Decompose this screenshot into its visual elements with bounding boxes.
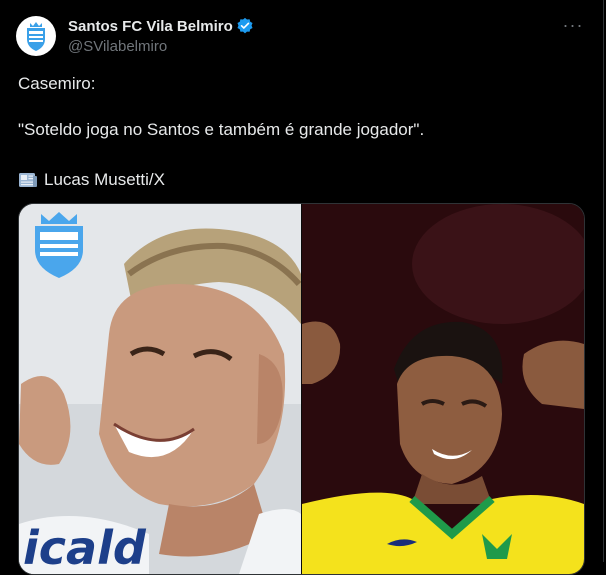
player-photo-right — [302, 204, 584, 574]
source-line: Lucas Musetti/X — [18, 168, 165, 192]
tweet[interactable]: Santos FC Vila Belmiro @SVilabelmiro ···… — [0, 0, 604, 575]
svg-text:icald: icald — [23, 521, 147, 574]
author-names: Santos FC Vila Belmiro @SVilabelmiro — [68, 16, 254, 55]
handle[interactable]: @SVilabelmiro — [68, 38, 254, 55]
santos-crest-logo — [35, 212, 83, 278]
tweet-header: Santos FC Vila Belmiro @SVilabelmiro ··· — [16, 12, 587, 60]
avatar[interactable] — [16, 16, 56, 56]
tweet-line: Casemiro: — [18, 74, 96, 93]
verified-badge-icon — [237, 17, 253, 34]
newspaper-icon — [19, 173, 37, 187]
tweet-media[interactable]: icald — [18, 203, 585, 575]
photo-soteldo[interactable]: icald — [19, 204, 301, 574]
source-credit: Lucas Musetti/X — [44, 170, 165, 189]
display-name[interactable]: Santos FC Vila Belmiro — [68, 18, 233, 35]
more-dots-icon[interactable]: ··· — [559, 16, 587, 40]
santos-crest-avatar-icon — [27, 22, 45, 51]
photo-casemiro[interactable] — [302, 204, 584, 574]
tweet-line: "Soteldo joga no Santos e também é grand… — [18, 120, 425, 139]
